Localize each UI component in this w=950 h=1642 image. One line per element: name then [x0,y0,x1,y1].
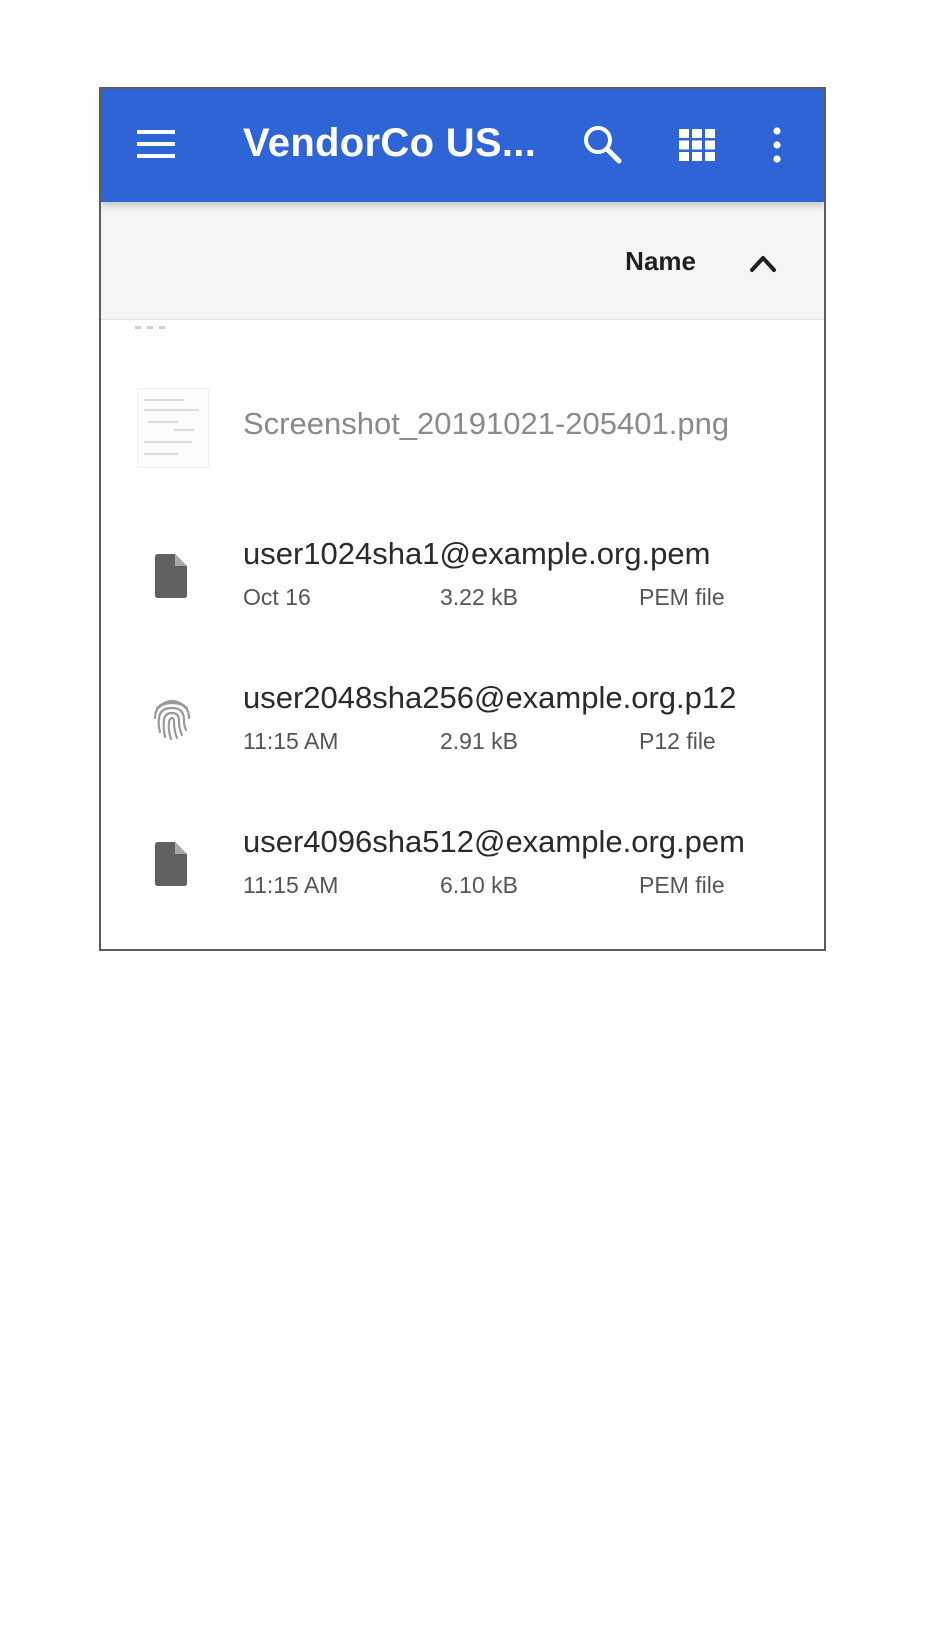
sort-by-name-button[interactable]: Name [625,246,696,277]
more-vert-icon[interactable] [769,125,785,165]
file-size: 3.22 kB [440,584,518,610]
document-icon [153,842,189,886]
list-item-user2048sha256-p12[interactable]: user2048sha256@example.org.p12 11:15 AM … [101,660,824,790]
chevron-up-icon[interactable] [748,252,778,274]
file-date: 11:15 AM [243,728,339,754]
file-size: 6.10 kB [440,872,518,898]
file-name: Screenshot_20191021-205401.png [243,406,730,441]
file-size: 2.91 kB [440,728,518,754]
file-type: PEM file [639,584,725,610]
list-item-user1024sha1-pem[interactable]: user1024sha1@example.org.pem Oct 16 3.22… [101,516,824,646]
fingerprint-icon [151,696,193,742]
grid-view-icon[interactable] [679,129,715,161]
sort-bar: Name [101,202,824,320]
file-date: Oct 16 [243,584,311,610]
file-type: PEM file [639,872,725,898]
list-item-screenshot[interactable]: Screenshot_20191021-205401.png [101,370,824,490]
image-thumbnail [137,388,209,468]
app-title: VendorCo US... [243,121,537,165]
search-icon[interactable] [581,123,625,167]
partial-item-thumbnail [135,316,181,329]
file-type: P12 file [639,728,716,754]
app-bar: VendorCo US... [101,89,824,202]
file-date: 11:15 AM [243,872,339,898]
file-name: user4096sha512@example.org.pem [243,824,745,859]
file-name: user1024sha1@example.org.pem [243,536,711,571]
list-item-user4096sha512-pem[interactable]: user4096sha512@example.org.pem 11:15 AM … [101,804,824,934]
file-name: user2048sha256@example.org.p12 [243,680,737,715]
hamburger-menu-icon[interactable] [137,127,177,161]
file-picker-window: VendorCo US... Name Screenshot_20191021-… [99,87,826,951]
document-icon [153,554,189,598]
